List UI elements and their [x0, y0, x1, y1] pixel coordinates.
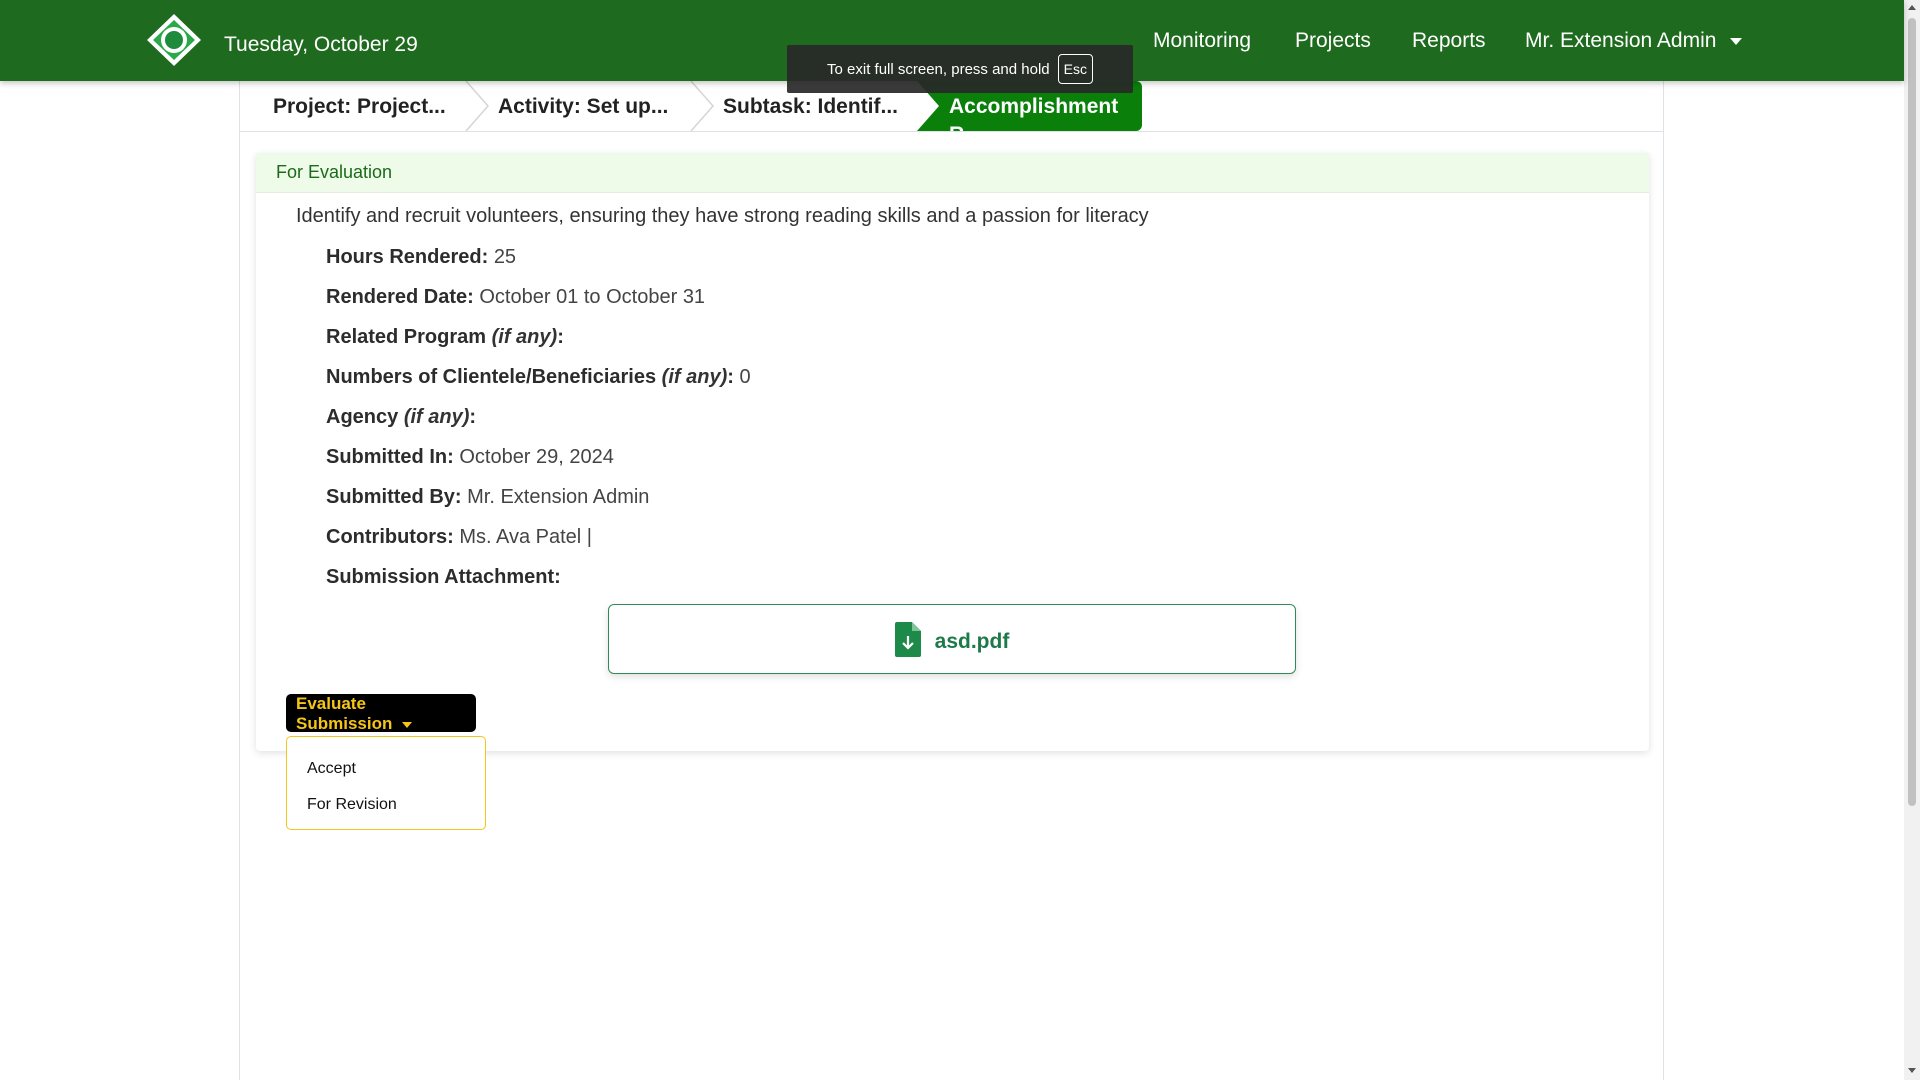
submitted-in-label: Submitted In:	[326, 446, 454, 468]
hours-rendered-field: Hours Rendered: 25	[326, 246, 516, 269]
submitted-by-value: Mr. Extension Admin	[467, 486, 650, 508]
caret-down-icon	[1730, 37, 1743, 45]
agency-field: Agency (if any):	[326, 406, 477, 428]
submitted-by-label: Submitted By:	[326, 486, 462, 508]
evaluate-dropdown-menu: Accept For Revision	[286, 736, 486, 830]
breadcrumb-project[interactable]: Project: Project...	[273, 95, 446, 119]
contributors-value: Ms. Ava Patel |	[459, 526, 592, 548]
agency-label: Agency	[326, 406, 399, 428]
breadcrumb-separator-icon	[690, 81, 714, 131]
scrollbar-thumb[interactable]	[1908, 18, 1916, 806]
rendered-date-value: October 01 to October 31	[479, 286, 706, 308]
page-scrollbar[interactable]	[1904, 0, 1920, 1080]
scroll-up-icon[interactable]	[1908, 5, 1916, 10]
rendered-date-field: Rendered Date: October 01 to October 31	[326, 286, 705, 309]
nav-link-monitoring[interactable]: Monitoring	[1153, 29, 1251, 53]
task-title: Identify and recruit volunteers, ensurin…	[296, 205, 1149, 227]
caret-down-icon	[402, 721, 413, 728]
clientele-note: (if any)	[661, 366, 728, 388]
nav-link-reports[interactable]: Reports	[1412, 29, 1486, 53]
contributors-label: Contributors:	[326, 526, 454, 548]
hours-value: 25	[493, 246, 517, 268]
evaluate-submission-button[interactable]: Evaluate Submission	[286, 694, 476, 733]
submitted-in-value: October 29, 2024	[459, 446, 614, 468]
nav-link-projects[interactable]: Projects	[1295, 29, 1371, 53]
dropdown-item-accept[interactable]: Accept	[287, 751, 485, 787]
related-program-field: Related Program (if any):	[326, 326, 564, 348]
submitted-by-field: Submitted By: Mr. Extension Admin	[326, 486, 649, 509]
file-download-icon	[894, 621, 921, 657]
breadcrumb-separator-icon	[465, 81, 489, 131]
submission-attachment-label: Submission Attachment:	[326, 566, 561, 588]
user-name: Mr. Extension Admin	[1525, 29, 1717, 52]
esc-key-badge: Esc	[1057, 54, 1093, 84]
page-container: Project: Project... Activity: Set up... …	[239, 81, 1664, 1080]
clientele-field: Numbers of Clientele/Beneficiaries (if a…	[326, 366, 751, 388]
breadcrumb-active-label: Accomplishment R...	[949, 95, 1119, 131]
submission-card: For Evaluation Identify and recruit volu…	[256, 153, 1649, 830]
attachment-file-name: asd.pdf	[934, 630, 1010, 653]
contributors-field: Contributors: Ms. Ava Patel |	[326, 526, 592, 549]
submitted-in-field: Submitted In: October 29, 2024	[326, 446, 614, 469]
clientele-label: Numbers of Clientele/Beneficiaries	[326, 366, 657, 388]
rendered-date-label: Rendered Date:	[326, 286, 474, 308]
card-status-header: For Evaluation	[256, 153, 1649, 193]
app-logo-icon[interactable]	[143, 12, 205, 68]
evaluate-submission-label: Evaluate Submission	[296, 694, 393, 733]
dropdown-item-for-revision[interactable]: For Revision	[287, 787, 485, 823]
breadcrumb-subtask[interactable]: Subtask: Identif...	[723, 95, 898, 119]
user-menu[interactable]: Mr. Extension Admin	[1525, 29, 1743, 53]
scroll-down-icon[interactable]	[1908, 1068, 1916, 1073]
related-program-note: (if any)	[491, 326, 558, 348]
submission-attachment-field: Submission Attachment:	[326, 566, 561, 589]
current-date: Tuesday, October 29	[224, 33, 418, 56]
fullscreen-notice-text: To exit full screen, press and hold	[827, 60, 1050, 78]
breadcrumb-activity[interactable]: Activity: Set up...	[498, 95, 668, 119]
related-program-label: Related Program	[326, 326, 487, 348]
fullscreen-exit-notice: To exit full screen, press and hold Esc	[787, 45, 1133, 93]
agency-note: (if any)	[403, 406, 470, 428]
hours-label: Hours Rendered:	[326, 246, 489, 268]
clientele-value: 0	[739, 366, 751, 388]
attachment-download-button[interactable]: asd.pdf	[608, 604, 1296, 674]
